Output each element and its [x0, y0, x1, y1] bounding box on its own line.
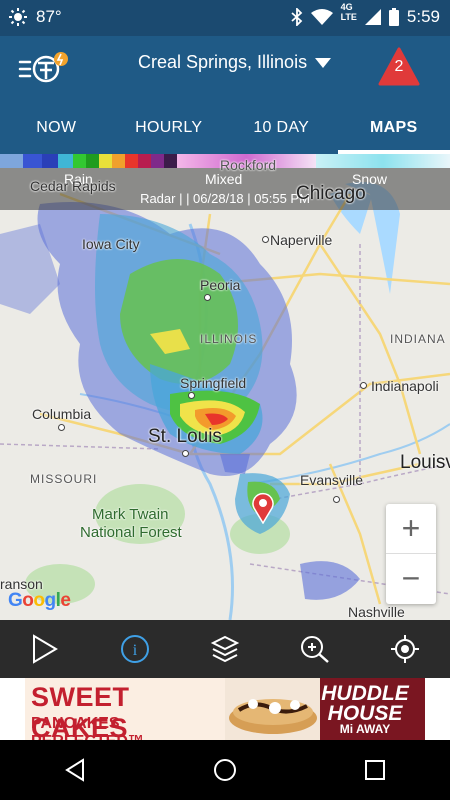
status-bar: 87° 4G LTE 5:59: [0, 0, 450, 36]
home-circle-icon: [214, 759, 236, 781]
signal-icon: [364, 9, 381, 25]
city-dot: [58, 424, 65, 431]
city-columbia: Columbia: [32, 406, 92, 422]
city-evansville: Evansville: [300, 472, 364, 488]
city-dot: [333, 496, 340, 503]
map-controls-bar: i: [0, 620, 450, 678]
city-dot: [360, 382, 367, 389]
zoom-out-button[interactable]: −: [386, 554, 436, 604]
city-dot: [182, 450, 189, 457]
play-button[interactable]: [20, 624, 70, 674]
city-naperville: Naperville: [270, 232, 333, 248]
back-button[interactable]: [45, 745, 105, 795]
locate-icon: [391, 635, 419, 663]
dropdown-caret-icon: [315, 57, 332, 68]
forest-national: National Forest: [80, 524, 182, 541]
locate-button[interactable]: [380, 624, 430, 674]
ad-text-panel: SWEET CAKES PANCAKES PERFECTED™: [25, 678, 225, 740]
zoom-search-icon: [301, 636, 329, 663]
ad-distance: Mi AWAY: [339, 722, 391, 736]
layers-icon: [210, 635, 240, 663]
back-triangle-icon: [65, 758, 84, 782]
layers-button[interactable]: [200, 624, 250, 674]
state-illinois: ILLINOIS: [200, 332, 258, 346]
city-peoria: Peoria: [200, 277, 241, 293]
ad-creative[interactable]: SWEET CAKES PANCAKES PERFECTED™ HUDDLEHO…: [25, 678, 425, 740]
location-selector[interactable]: Creal Springs, Illinois: [138, 52, 332, 73]
radar-map[interactable]: Rain Mixed Snow Radar | | 06/28/18 | 05:…: [0, 154, 450, 620]
tab-10-day[interactable]: 10 DAY: [225, 102, 338, 154]
status-time: 5:59: [406, 7, 440, 26]
location-pin-icon: [252, 492, 274, 524]
zoom-in-button[interactable]: +: [386, 504, 436, 554]
city-dot: [262, 236, 269, 243]
weather-sun-icon: [9, 8, 27, 26]
state-missouri: MISSOURI: [30, 472, 98, 486]
app-header: Creal Springs, Illinois 2: [0, 36, 450, 102]
city-chicago: Chicago: [296, 183, 366, 204]
menu-logo-icon[interactable]: [16, 48, 74, 88]
location-label: Creal Springs, Illinois: [138, 52, 308, 72]
svg-text:i: i: [133, 642, 138, 659]
city-louisville: Louisv: [400, 452, 450, 473]
pancake-image: [225, 678, 320, 740]
state-indiana: INDIANA: [390, 332, 446, 346]
city-nashville: Nashville: [348, 604, 405, 620]
tab-hourly[interactable]: HOURLY: [113, 102, 226, 154]
bluetooth-icon: [290, 8, 302, 26]
ad-subheadline: PANCAKES PERFECTED™: [31, 715, 144, 740]
tab-bar: NOW HOURLY 10 DAY MAPS: [0, 102, 450, 154]
tab-now[interactable]: NOW: [0, 102, 113, 154]
android-nav-bar: [0, 740, 450, 800]
recents-button[interactable]: [345, 745, 405, 795]
city-iowa-city: Iowa City: [82, 236, 140, 252]
city-rockford: Rockford: [220, 157, 277, 173]
wifi-icon: [310, 9, 333, 25]
network-type: 4G LTE: [340, 2, 357, 22]
weather-alert-button[interactable]: 2: [378, 47, 420, 87]
map-zoom-controls: + −: [386, 504, 436, 604]
legend-mixed: Mixed: [205, 171, 243, 187]
ad-brand-logo: HUDDLE HOUSE: [321, 682, 409, 725]
city-cedar-rapids: Cedar Rapids: [30, 178, 116, 194]
info-button[interactable]: i: [110, 624, 160, 674]
info-icon: i: [121, 635, 149, 663]
battery-icon: [388, 8, 399, 26]
zoom-search-button[interactable]: [290, 624, 340, 674]
city-dot: [188, 392, 195, 399]
play-icon: [33, 634, 58, 664]
recents-square-icon: [365, 760, 385, 780]
city-indianapolis: Indianapoli: [371, 378, 439, 394]
alert-count: 2: [394, 58, 404, 75]
city-st-louis: St. Louis: [148, 426, 222, 447]
home-button[interactable]: [195, 745, 255, 795]
city-dot: [204, 294, 211, 301]
status-temperature: 87°: [36, 7, 62, 26]
ad-banner[interactable]: SWEET CAKES PANCAKES PERFECTED™ HUDDLEHO…: [0, 678, 450, 740]
city-springfield: Springfield: [180, 375, 247, 391]
forest-mark-twain: Mark Twain: [92, 506, 169, 523]
tab-maps[interactable]: MAPS: [337, 102, 450, 154]
google-attribution: Google: [8, 590, 71, 611]
